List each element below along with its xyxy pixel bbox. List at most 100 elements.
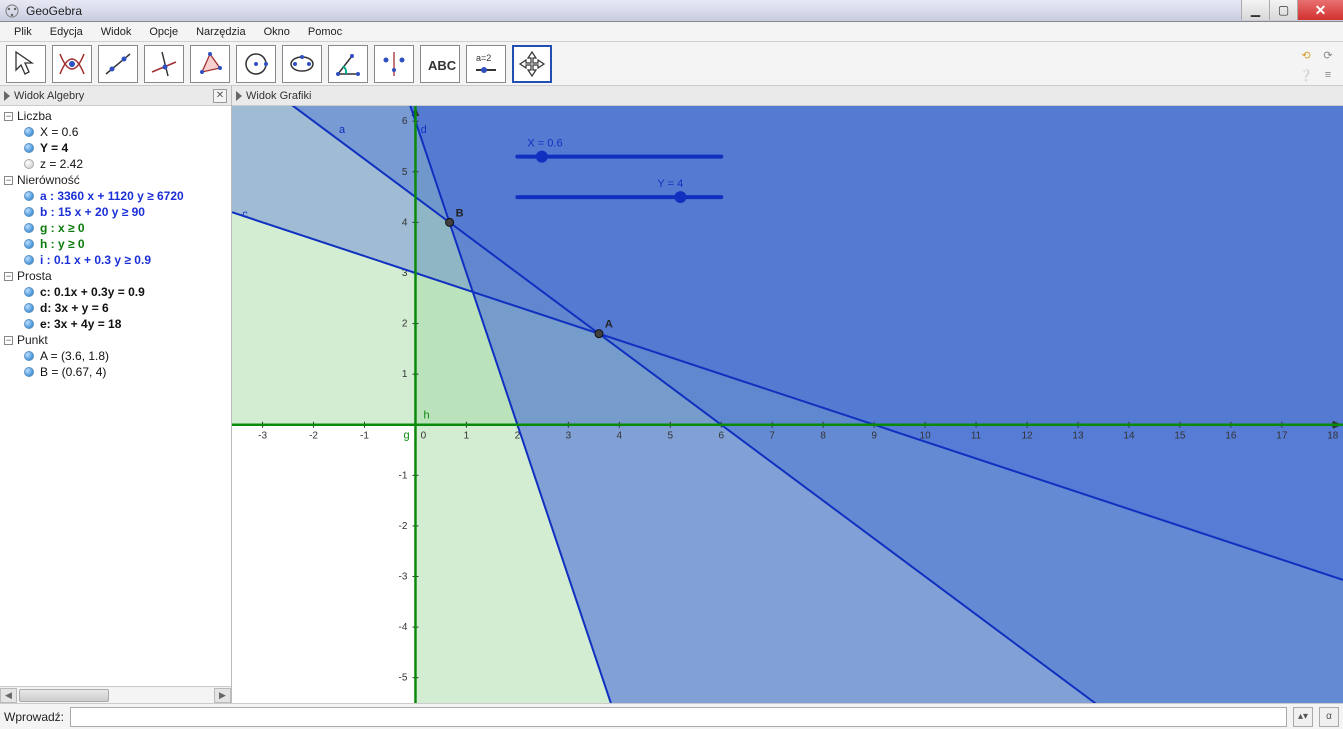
- svg-text:13: 13: [1072, 431, 1084, 442]
- tool-ellipse[interactable]: [282, 45, 322, 83]
- tool-perpendicular[interactable]: [144, 45, 184, 83]
- svg-text:6: 6: [402, 116, 408, 127]
- svg-text:17: 17: [1276, 431, 1288, 442]
- svg-text:5: 5: [668, 431, 674, 442]
- graphics-panel-title: Widok Grafiki: [246, 90, 311, 102]
- algebra-scrollbar[interactable]: ◀ ▶: [0, 686, 231, 703]
- menu-okno[interactable]: Okno: [256, 24, 298, 40]
- tree-item-d[interactable]: d: 3x + y = 6: [0, 300, 231, 316]
- tool-point[interactable]: [52, 45, 92, 83]
- svg-text:B: B: [456, 207, 464, 219]
- graph-canvas[interactable]: -3-2-10123456789101112131415161718-5-4-3…: [232, 106, 1343, 703]
- input-history-button[interactable]: ▴▾: [1293, 707, 1313, 727]
- scroll-right-icon[interactable]: ▶: [214, 688, 231, 703]
- tool-slider[interactable]: a=2: [466, 45, 506, 83]
- svg-text:-1: -1: [360, 431, 369, 442]
- svg-text:11: 11: [971, 431, 982, 442]
- scroll-left-icon[interactable]: ◀: [0, 688, 17, 703]
- help-icon[interactable]: ❔: [1297, 66, 1315, 84]
- tool-reflect[interactable]: [374, 45, 414, 83]
- tree-item-e[interactable]: e: 3x + 4y = 18: [0, 316, 231, 332]
- algebra-close-button[interactable]: ✕: [213, 89, 227, 103]
- svg-text:1: 1: [402, 369, 408, 380]
- svg-text:7: 7: [769, 431, 775, 442]
- tree-item-h[interactable]: h : y ≥ 0: [0, 236, 231, 252]
- svg-text:4: 4: [617, 431, 623, 442]
- settings-icon[interactable]: ≡: [1319, 66, 1337, 84]
- svg-text:h: h: [423, 410, 429, 422]
- algebra-panel: Widok Algebry ✕ −Liczba X = 0.6 Y = 4 z …: [0, 86, 232, 703]
- svg-text:-2: -2: [399, 521, 408, 532]
- tool-move[interactable]: [6, 45, 46, 83]
- svg-text:3: 3: [566, 431, 572, 442]
- svg-text:4: 4: [402, 217, 408, 228]
- toolbar-right: ⟲ ⟳ ❔ ≡: [1297, 46, 1337, 84]
- minimize-button[interactable]: ▁: [1241, 0, 1269, 20]
- tree-item-Y[interactable]: Y = 4: [0, 140, 231, 156]
- tool-line[interactable]: [98, 45, 138, 83]
- tree-item-z[interactable]: z = 2.42: [0, 156, 231, 172]
- svg-text:2: 2: [402, 319, 408, 330]
- input-symbols-button[interactable]: α: [1319, 707, 1339, 727]
- tree-cat-prosta[interactable]: −Prosta: [0, 268, 231, 284]
- svg-text:-1: -1: [399, 470, 408, 481]
- svg-text:-5: -5: [399, 673, 408, 684]
- menu-plik[interactable]: Plik: [6, 24, 40, 40]
- tool-angle[interactable]: [328, 45, 368, 83]
- tree-item-i[interactable]: i : 0.1 x + 0.3 y ≥ 0.9: [0, 252, 231, 268]
- tree-item-X[interactable]: X = 0.6: [0, 124, 231, 140]
- svg-text:c: c: [242, 208, 248, 220]
- menubar: Plik Edycja Widok Opcje Narzędzia Okno P…: [0, 22, 1343, 42]
- menu-widok[interactable]: Widok: [93, 24, 140, 40]
- tree-item-c[interactable]: c: 0.1x + 0.3y = 0.9: [0, 284, 231, 300]
- collapse-icon: [236, 91, 242, 101]
- svg-text:5: 5: [402, 167, 408, 178]
- titlebar: GeoGebra ▁ ▢ ✕: [0, 0, 1343, 22]
- graphics-panel-header[interactable]: Widok Grafiki: [232, 86, 1343, 106]
- tree-item-a[interactable]: a : 3360 x + 1120 y ≥ 6720: [0, 188, 231, 204]
- svg-text:-2: -2: [309, 431, 318, 442]
- tree-cat-nier[interactable]: −Nierówność: [0, 172, 231, 188]
- tool-circle[interactable]: [236, 45, 276, 83]
- tree-item-g[interactable]: g : x ≥ 0: [0, 220, 231, 236]
- input-label: Wprowadź:: [4, 710, 64, 724]
- redo-icon[interactable]: ⟳: [1319, 46, 1337, 64]
- algebra-panel-header[interactable]: Widok Algebry ✕: [0, 86, 231, 106]
- menu-narzedzia[interactable]: Narzędzia: [188, 24, 254, 40]
- close-button[interactable]: ✕: [1297, 0, 1343, 20]
- toolbar: ABC a=2 ⟲ ⟳ ❔ ≡: [0, 42, 1343, 86]
- window-controls: ▁ ▢ ✕: [1241, 0, 1343, 20]
- main-split: Widok Algebry ✕ −Liczba X = 0.6 Y = 4 z …: [0, 86, 1343, 703]
- svg-text:0: 0: [421, 431, 427, 442]
- tree-cat-liczba[interactable]: −Liczba: [0, 108, 231, 124]
- tool-polygon[interactable]: [190, 45, 230, 83]
- svg-text:X = 0.6: X = 0.6: [527, 138, 562, 150]
- tree-item-A[interactable]: A = (3.6, 1.8): [0, 348, 231, 364]
- svg-text:A: A: [605, 319, 613, 331]
- menu-pomoc[interactable]: Pomoc: [300, 24, 350, 40]
- svg-text:12: 12: [1021, 431, 1033, 442]
- tree-cat-punkt[interactable]: −Punkt: [0, 332, 231, 348]
- algebra-panel-title: Widok Algebry: [14, 90, 84, 102]
- tree-item-B[interactable]: B = (0.67, 4): [0, 364, 231, 380]
- svg-text:1: 1: [464, 431, 470, 442]
- maximize-button[interactable]: ▢: [1269, 0, 1297, 20]
- graphics-panel: Widok Grafiki -3-2-101234567891011121314…: [232, 86, 1343, 703]
- graphics-view[interactable]: -3-2-10123456789101112131415161718-5-4-3…: [232, 106, 1343, 703]
- svg-text:15: 15: [1174, 431, 1186, 442]
- svg-text:-4: -4: [399, 622, 408, 633]
- svg-text:-3: -3: [258, 431, 267, 442]
- svg-text:a=2: a=2: [476, 53, 491, 63]
- svg-text:18: 18: [1327, 431, 1339, 442]
- undo-icon[interactable]: ⟲: [1297, 46, 1315, 64]
- algebra-tree: −Liczba X = 0.6 Y = 4 z = 2.42 −Nierówno…: [0, 106, 231, 686]
- svg-text:-3: -3: [399, 572, 408, 583]
- svg-text:g: g: [403, 430, 409, 442]
- tree-item-b[interactable]: b : 15 x + 20 y ≥ 90: [0, 204, 231, 220]
- menu-opcje[interactable]: Opcje: [141, 24, 186, 40]
- window-title: GeoGebra: [26, 4, 82, 18]
- menu-edycja[interactable]: Edycja: [42, 24, 91, 40]
- tool-text[interactable]: ABC: [420, 45, 460, 83]
- tool-move-view[interactable]: [512, 45, 552, 83]
- command-input[interactable]: [70, 707, 1287, 727]
